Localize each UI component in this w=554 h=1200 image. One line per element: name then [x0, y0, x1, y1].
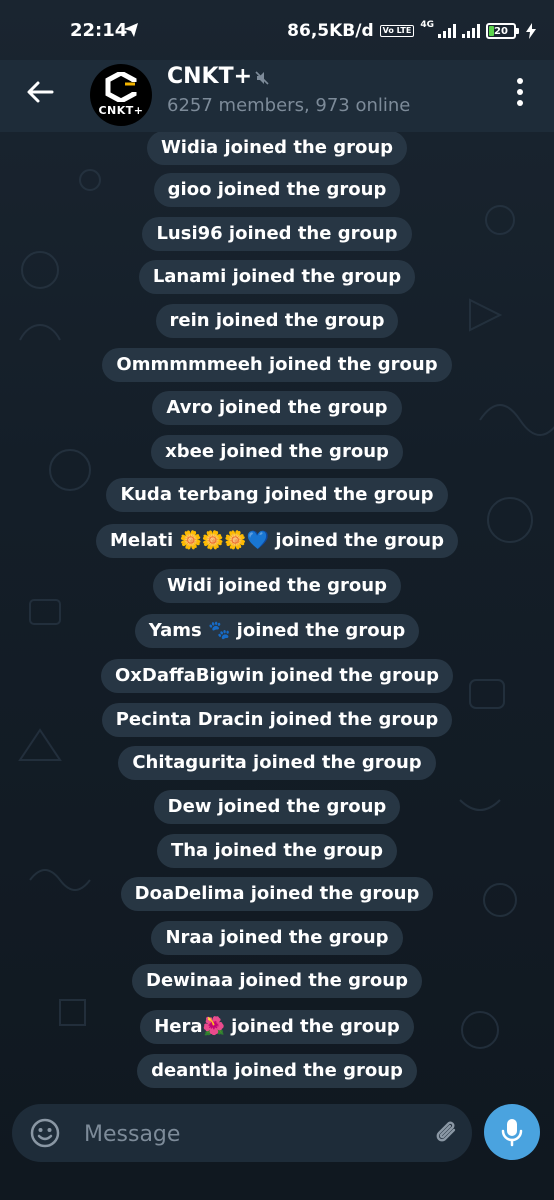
join-notification: Dewinaa joined the group [132, 964, 422, 998]
message-composer [12, 1104, 472, 1162]
join-notification: rein joined the group [155, 304, 399, 338]
emoji-icon[interactable] [29, 1117, 61, 1149]
microphone-button[interactable] [484, 1104, 540, 1160]
battery-icon: 20 [486, 23, 519, 39]
service-message: Widia joined the group [0, 132, 554, 165]
join-notification: Avro joined the group [152, 391, 402, 425]
network-type: 4G [420, 20, 434, 30]
network-speed: 86,5KB/d [287, 21, 374, 41]
service-message: Chitagurita joined the group [0, 746, 554, 780]
service-message: Lusi96 joined the group [0, 217, 554, 251]
join-notification: Lusi96 joined the group [142, 217, 412, 251]
paperclip-icon[interactable] [432, 1118, 462, 1148]
join-notification: Nraa joined the group [151, 921, 403, 955]
service-message: Ommmmmeeh joined the group [0, 348, 554, 382]
join-notification: Pecinta Dracin joined the group [101, 703, 453, 737]
service-message: Avro joined the group [0, 391, 554, 425]
service-message: Dewinaa joined the group [0, 964, 554, 998]
service-message: Yams 🐾 joined the group [0, 614, 554, 648]
join-notification: Yams 🐾 joined the group [134, 614, 420, 648]
service-message: Widi joined the group [0, 569, 554, 603]
join-notification: DoaDelima joined the group [120, 877, 434, 911]
join-notification: Melati 🌼🌼🌼💙 joined the group [96, 524, 458, 558]
service-message: Kuda terbang joined the group [0, 478, 554, 512]
service-message: Nraa joined the group [0, 921, 554, 955]
join-notification: deantla joined the group [137, 1054, 417, 1088]
group-avatar[interactable]: CNKT+ [90, 64, 152, 126]
message-input[interactable] [82, 1112, 416, 1156]
telegram-notification-icon [124, 23, 138, 37]
microphone-icon [501, 1119, 523, 1147]
arrow-left-icon[interactable] [22, 74, 58, 110]
service-message: DoaDelima joined the group [0, 877, 554, 911]
service-message: rein joined the group [0, 304, 554, 338]
group-member-count: 6257 members, 973 online [167, 95, 411, 116]
join-notification: Hera🌺 joined the group [140, 1010, 414, 1044]
join-notification: Ommmmmeeh joined the group [102, 348, 452, 382]
cnkt-logo-icon [105, 72, 137, 102]
service-message: OxDaffaBigwin joined the group [0, 659, 554, 693]
join-notification: Widia joined the group [146, 132, 408, 165]
group-title[interactable]: CNKT+ [167, 64, 252, 89]
service-message: Melati 🌼🌼🌼💙 joined the group [0, 524, 554, 558]
join-notification: Widi joined the group [153, 569, 401, 603]
service-message: Dew joined the group [0, 790, 554, 824]
join-notification: Chitagurita joined the group [118, 746, 436, 780]
service-message: Hera🌺 joined the group [0, 1010, 554, 1044]
join-notification: Dew joined the group [153, 790, 401, 824]
service-message: gioo joined the group [0, 173, 554, 207]
join-notification: Kuda terbang joined the group [106, 478, 448, 512]
service-message: Tha joined the group [0, 834, 554, 868]
chat-header: CNKT+ CNKT+ 6257 members, 973 online [0, 60, 554, 132]
avatar-label: CNKT+ [98, 104, 144, 117]
signal-icon [438, 24, 456, 38]
join-notification: Tha joined the group [156, 834, 398, 868]
join-notification: gioo joined the group [153, 173, 401, 207]
signal-icon-2 [462, 24, 480, 38]
muted-icon [255, 71, 269, 85]
more-vertical-icon[interactable] [510, 78, 530, 106]
status-time: 22:14 [70, 20, 128, 41]
service-message: deantla joined the group [0, 1054, 554, 1088]
volte-badge: Vo LTE [379, 25, 415, 37]
charging-icon [526, 23, 536, 39]
service-message: Lanami joined the group [0, 260, 554, 294]
battery-level: 20 [494, 25, 508, 37]
join-notification: xbee joined the group [151, 435, 403, 469]
join-notification: Lanami joined the group [138, 260, 416, 294]
join-notification: OxDaffaBigwin joined the group [101, 659, 453, 693]
status-indicators: 86,5KB/d Vo LTE 4G 20 [287, 18, 536, 44]
service-message: xbee joined the group [0, 435, 554, 469]
message-list[interactable]: Widia joined the group gioo joined the g… [0, 132, 554, 1092]
service-message: Pecinta Dracin joined the group [0, 703, 554, 737]
status-bar: 22:14 86,5KB/d Vo LTE 4G 20 [0, 0, 554, 60]
